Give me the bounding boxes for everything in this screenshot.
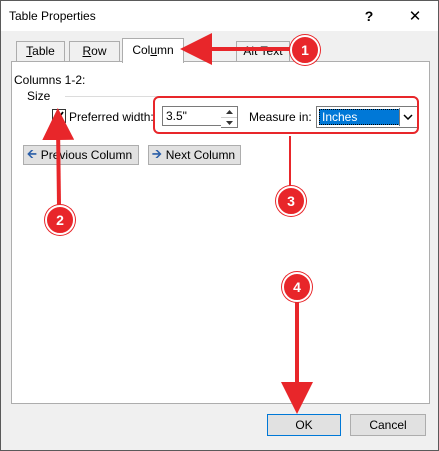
annotation-badge-2: 2 <box>45 205 75 235</box>
annotation-badge-3: 3 <box>276 186 306 216</box>
annotation-badge-4: 4 <box>282 272 312 302</box>
annotation-badge-1: 1 <box>290 35 320 65</box>
annotation-arrow-2 <box>42 108 75 206</box>
